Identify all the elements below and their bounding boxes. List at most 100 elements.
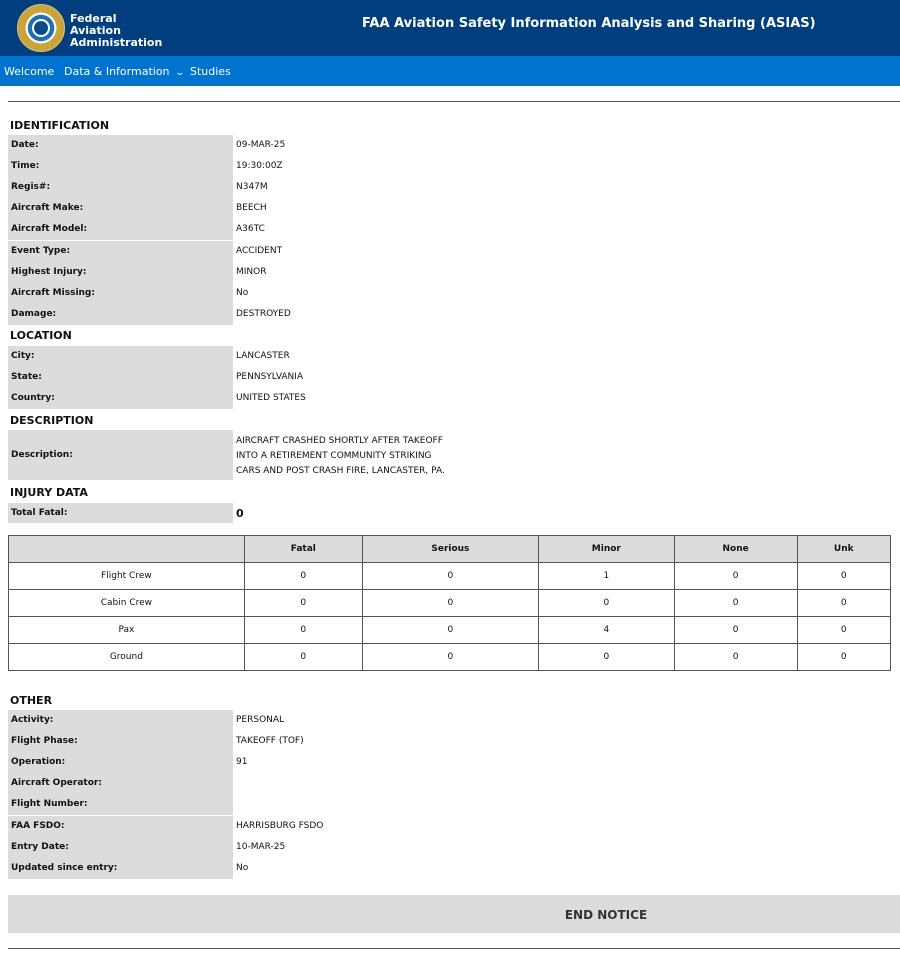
field-value: PERSONAL — [236, 715, 285, 725]
description-heading: DESCRIPTION — [10, 414, 94, 427]
top-divider — [8, 101, 900, 102]
table-cell: 0 — [673, 589, 798, 617]
field-value: 10-MAR-25 — [236, 841, 286, 852]
main-nav: Welcome Data & Information ⌄ Studies — [0, 56, 900, 86]
field-label: Highest Injury: — [8, 261, 233, 283]
field-label: Activity: — [8, 710, 233, 731]
table-row: Ground 0 0 0 0 0 — [8, 643, 892, 671]
table-cell: 0 — [673, 562, 798, 590]
field-value: N347M — [236, 182, 268, 193]
field-label: State: — [8, 367, 233, 389]
table-cell: 0 — [538, 589, 675, 617]
table-cell: 0 — [673, 643, 798, 671]
column-header — [8, 535, 245, 563]
column-header-minor: Minor — [538, 535, 675, 563]
field-label: Damage: — [8, 303, 233, 325]
column-header-serious: Serious — [361, 535, 540, 563]
description-line: INTO A RETIREMENT COMMUNITY STRIKING — [236, 451, 432, 461]
injury-heading: INJURY DATA — [10, 486, 88, 499]
field-value: PENNSYLVANIA — [236, 372, 304, 383]
field-value: 19:30:00Z — [236, 161, 283, 172]
field-value: 09-MAR-25 — [236, 140, 286, 150]
other-heading: OTHER — [10, 694, 53, 707]
field-value: A36TC — [236, 224, 265, 235]
table-cell: 0 — [538, 643, 675, 671]
field-value: ACCIDENT — [236, 245, 283, 256]
identification-heading: IDENTIFICATION — [10, 119, 110, 132]
field-label: Event Type: — [8, 240, 233, 262]
field-label: Updated since entry: — [8, 857, 233, 879]
nav-welcome[interactable]: Welcome — [4, 65, 54, 78]
table-cell: 0 — [361, 616, 540, 644]
field-label: Time: — [8, 156, 233, 178]
column-header-none: None — [673, 535, 798, 563]
nav-studies[interactable]: Studies — [190, 65, 231, 78]
table-cell: 0 — [796, 643, 892, 671]
field-value: MINOR — [236, 266, 267, 277]
table-row: Flight Crew 0 0 1 0 0 — [8, 562, 892, 590]
field-value: HARRISBURG FSDO — [236, 820, 324, 831]
site-header: Federal Aviation Administration FAA Avia… — [0, 0, 900, 56]
field-label: Operation: — [8, 752, 233, 774]
description-line: AIRCRAFT CRASHED SHORTLY AFTER TAKEOFF — [236, 436, 443, 446]
field-label: Entry Date: — [8, 836, 233, 858]
field-value: No — [236, 287, 249, 298]
site-title: FAA Aviation Safety Information Analysis… — [362, 16, 816, 31]
field-label: Aircraft Model: — [8, 219, 233, 241]
field-label: Aircraft Make: — [8, 198, 233, 220]
table-cell: 0 — [361, 589, 540, 617]
table-row: Cabin Crew 0 0 0 0 0 — [8, 589, 892, 617]
table-cell: 0 — [796, 589, 892, 617]
table-cell: 0 — [243, 643, 363, 671]
table-header-row: Fatal Serious Minor None Unk — [8, 535, 892, 563]
field-label: Country: — [8, 388, 233, 410]
field-value: UNITED STATES — [236, 393, 306, 404]
table-cell: 1 — [538, 562, 675, 590]
field-value: BEECH — [236, 203, 267, 214]
row-label: Flight Crew — [8, 562, 245, 590]
column-header-fatal: Fatal — [243, 535, 363, 563]
description-line: CARS AND POST CRASH FIRE, LANCASTER, PA. — [236, 466, 445, 476]
field-label: Regis#: — [8, 177, 233, 199]
faa-seal-logo[interactable] — [17, 4, 65, 52]
total-fatal-label: Total Fatal: — [8, 503, 233, 523]
row-label: Pax — [8, 616, 245, 644]
agency-name[interactable]: Federal Aviation Administration — [70, 13, 162, 49]
field-label: FAA FSDO: — [8, 815, 233, 837]
chevron-down-icon: ⌄ — [174, 68, 185, 78]
field-label: City: — [8, 346, 233, 367]
table-cell: 0 — [673, 616, 798, 644]
field-label: Aircraft Missing: — [8, 282, 233, 304]
row-label: Ground — [8, 643, 245, 671]
description-label: Description: — [8, 430, 233, 480]
total-fatal-value: 0 — [236, 507, 244, 520]
field-label: Aircraft Operator: — [8, 773, 233, 795]
bottom-divider — [8, 948, 900, 949]
field-label: Flight Number: — [8, 794, 233, 816]
nav-data-information[interactable]: Data & Information ⌄ — [64, 65, 185, 78]
description-text: AIRCRAFT CRASHED SHORTLY AFTER TAKEOFF I… — [236, 434, 445, 479]
field-value: 91 — [236, 757, 248, 768]
location-heading: LOCATION — [10, 329, 72, 342]
field-label: Date: — [8, 135, 233, 156]
field-value: TAKEOFF (TOF) — [236, 736, 304, 747]
table-cell: 0 — [243, 616, 363, 644]
field-value: LANCASTER — [236, 351, 290, 361]
end-notice-text: END NOTICE — [564, 908, 648, 922]
table-cell: 0 — [796, 562, 892, 590]
injury-table: Fatal Serious Minor None Unk Flight Crew… — [8, 535, 892, 671]
table-row: Pax 0 0 4 0 0 — [8, 616, 892, 644]
table-cell: 4 — [538, 616, 675, 644]
row-label: Cabin Crew — [8, 589, 245, 617]
end-notice-banner: END NOTICE — [8, 895, 900, 933]
table-cell: 0 — [361, 643, 540, 671]
field-label: Flight Phase: — [8, 731, 233, 753]
table-cell: 0 — [361, 562, 540, 590]
nav-data-information-label: Data & Information — [64, 65, 170, 78]
table-cell: 0 — [243, 562, 363, 590]
field-value: No — [236, 862, 249, 873]
table-cell: 0 — [796, 616, 892, 644]
field-value: DESTROYED — [236, 308, 291, 319]
column-header-unk: Unk — [796, 535, 892, 563]
table-cell: 0 — [243, 589, 363, 617]
